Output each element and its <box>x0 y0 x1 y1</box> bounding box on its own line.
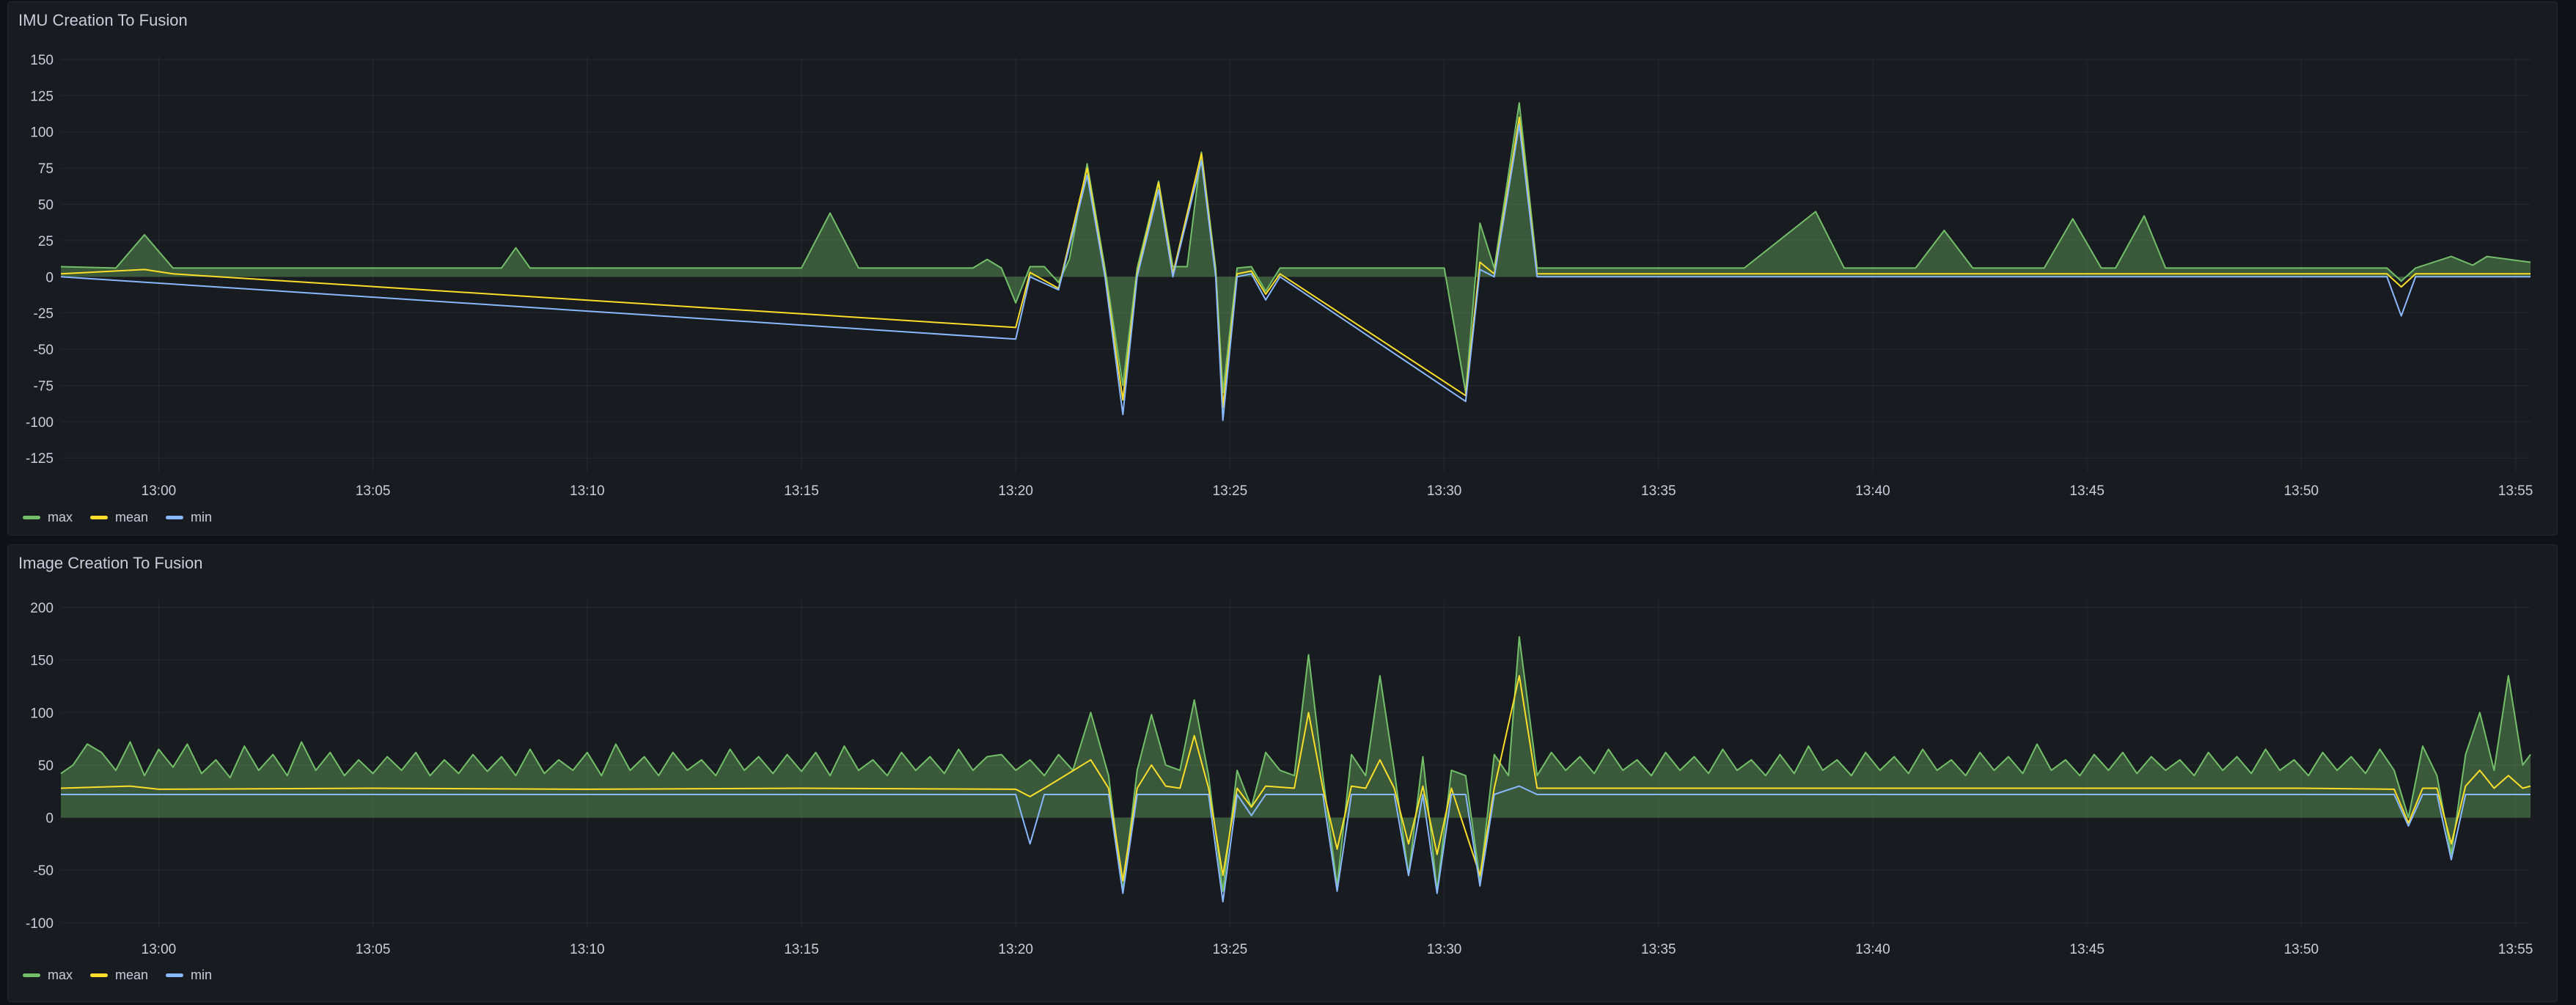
legend-item-mean[interactable]: mean <box>90 968 148 983</box>
x-tick-label: 13:50 <box>2284 483 2319 499</box>
x-tick-label: 13:30 <box>1427 483 1462 499</box>
x-tick-label: 13:35 <box>1641 942 1676 957</box>
x-tick-label: 13:30 <box>1427 942 1462 957</box>
x-tick-label: 13:00 <box>142 942 177 957</box>
legend-label: mean <box>115 510 149 525</box>
imu-chart[interactable]: 150 125 100 75 50 25 0 -25 -50 -75 -100 -125 13:00 13… <box>8 2 2557 535</box>
legend-item-max[interactable]: max <box>23 510 73 525</box>
y-tick-label: 150 <box>30 53 54 68</box>
y-tick-label: 25 <box>38 234 54 249</box>
legend-swatch-min <box>166 516 184 519</box>
y-tick-label: 150 <box>30 654 54 669</box>
chart-legend: max mean min <box>23 968 212 983</box>
legend-item-min[interactable]: min <box>166 968 212 983</box>
legend-label: max <box>48 510 73 525</box>
y-tick-label: -100 <box>26 916 54 932</box>
y-tick-label: 50 <box>38 759 54 774</box>
legend-item-mean[interactable]: mean <box>90 510 148 525</box>
y-tick-label: 100 <box>30 706 54 721</box>
y-tick-label: 75 <box>38 161 54 177</box>
y-tick-label: -25 <box>34 307 54 322</box>
legend-label: mean <box>115 968 149 982</box>
x-tick-label: 13:55 <box>2498 942 2533 957</box>
y-tick-label: 0 <box>45 811 54 827</box>
x-tick-label: 13:35 <box>1641 483 1676 499</box>
legend-swatch-mean <box>90 516 109 519</box>
x-tick-label: 13:20 <box>998 483 1033 499</box>
legend-swatch-mean <box>90 973 109 977</box>
legend-swatch-max <box>23 516 40 519</box>
y-tick-label: 125 <box>30 89 54 104</box>
x-tick-label: 13:55 <box>2498 483 2533 499</box>
y-tick-label: 0 <box>45 270 54 285</box>
y-tick-label: 50 <box>38 198 54 213</box>
image-chart[interactable]: 200 150 100 50 0 -50 -100 13:00 13:05 13:10 13:15 1… <box>8 545 2557 1001</box>
x-tick-label: 13:25 <box>1213 483 1248 499</box>
y-tick-label: 100 <box>30 125 54 141</box>
legend-label: min <box>191 968 213 982</box>
image-panel: Image Creation To Fusion 200 150 100 50 0 -50… <box>7 544 2558 1002</box>
y-tick-label: -125 <box>26 451 54 467</box>
x-tick-label: 13:50 <box>2284 942 2319 957</box>
series-line-max <box>60 636 2531 892</box>
x-tick-label: 13:20 <box>998 942 1033 957</box>
x-tick-label: 13:15 <box>784 483 819 499</box>
x-tick-label: 13:05 <box>356 483 391 499</box>
legend-label: max <box>48 968 73 982</box>
y-tick-label: -50 <box>34 863 54 879</box>
legend-label: min <box>191 510 213 525</box>
y-tick-label: -75 <box>34 379 54 394</box>
x-tick-label: 13:45 <box>2069 942 2105 957</box>
x-tick-label: 13:10 <box>570 942 605 957</box>
legend-item-min[interactable]: min <box>166 510 212 525</box>
y-tick-label: -50 <box>34 343 54 358</box>
x-tick-label: 13:05 <box>356 942 391 957</box>
legend-swatch-min <box>166 973 184 977</box>
x-tick-label: 13:10 <box>570 483 605 499</box>
x-tick-label: 13:00 <box>142 483 177 499</box>
x-tick-label: 13:40 <box>1855 483 1890 499</box>
y-tick-label: 200 <box>30 601 54 616</box>
x-tick-label: 13:15 <box>784 942 819 957</box>
legend-swatch-max <box>23 973 40 977</box>
x-tick-label: 13:25 <box>1213 942 1248 957</box>
y-tick-label: -100 <box>26 415 54 431</box>
x-tick-label: 13:45 <box>2069 483 2105 499</box>
chart-legend: max mean min <box>23 510 212 525</box>
x-tick-label: 13:40 <box>1855 942 1890 957</box>
legend-item-max[interactable]: max <box>23 968 73 983</box>
imu-panel: IMU Creation To Fusion 150 125 100 75 50 25 0-… <box>7 1 2558 536</box>
